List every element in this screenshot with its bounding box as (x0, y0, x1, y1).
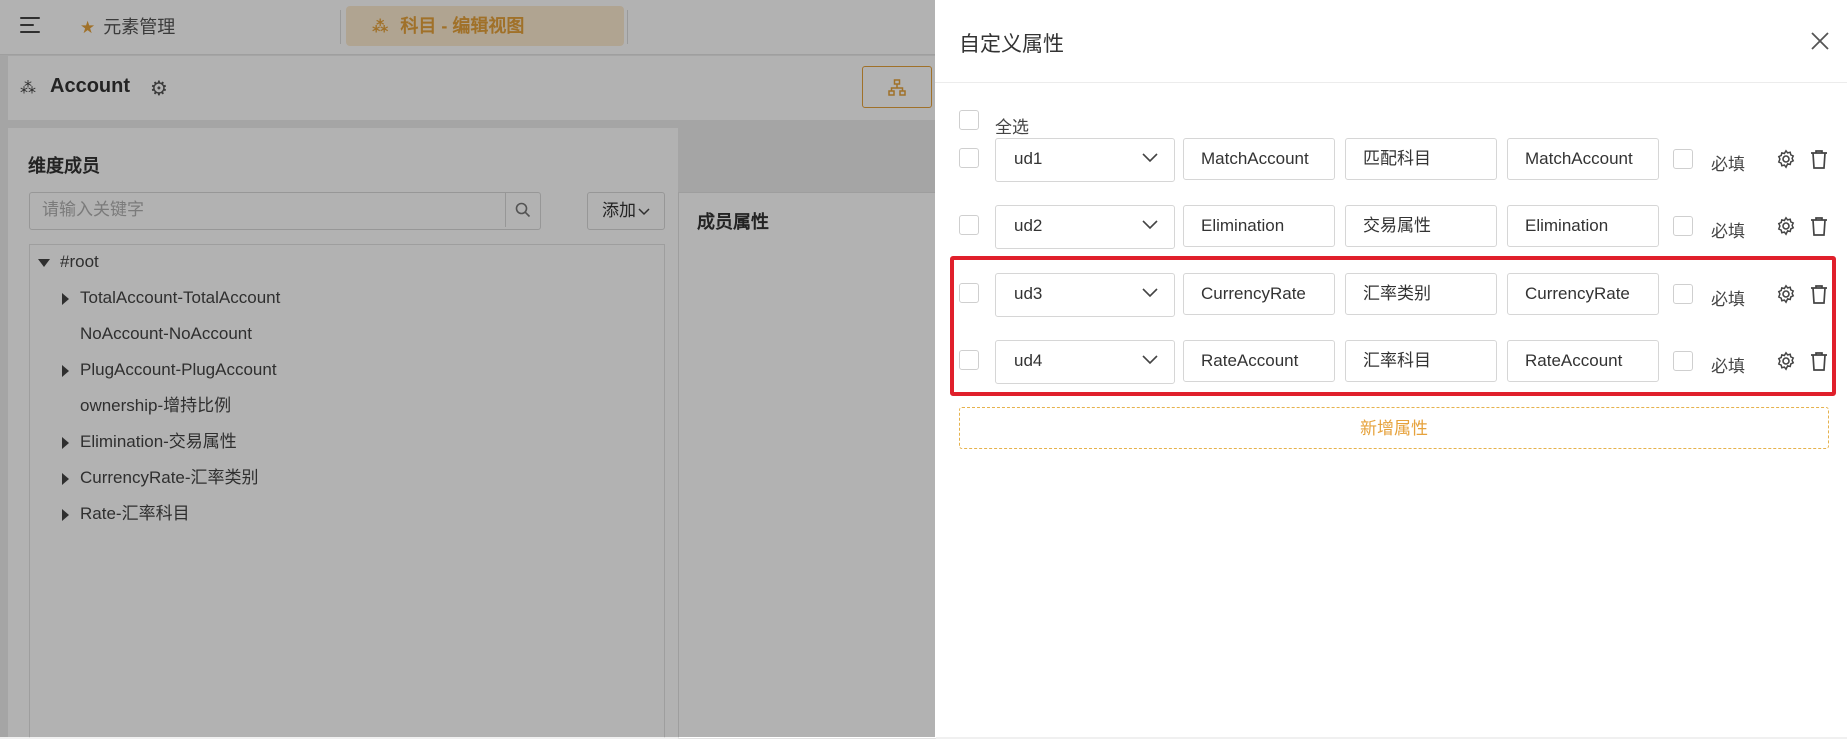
add-attribute-button[interactable]: 新增属性 (959, 407, 1829, 449)
row-checkbox[interactable] (959, 215, 979, 235)
trash-icon[interactable] (1810, 149, 1828, 169)
select-all-label: 全选 (995, 118, 1029, 137)
attribute-row: ud1 MatchAccount 匹配科目 MatchAccount 必填 (959, 138, 1839, 182)
highlight-box (950, 256, 1836, 396)
attribute-code-input[interactable]: MatchAccount (1507, 138, 1659, 180)
required-label: 必填 (1711, 155, 1745, 174)
attribute-desc-input[interactable]: 匹配科目 (1345, 138, 1497, 180)
chevron-down-icon (1142, 220, 1158, 230)
drawer-title: 自定义属性 (959, 33, 1064, 56)
type-select[interactable]: ud1 (995, 138, 1175, 182)
attribute-name-input[interactable]: Elimination (1183, 205, 1335, 247)
required-checkbox[interactable] (1673, 216, 1693, 236)
gear-icon[interactable] (1776, 149, 1796, 169)
attribute-desc-input[interactable]: 交易属性 (1345, 205, 1497, 247)
modal-mask[interactable] (0, 0, 935, 737)
required-label: 必填 (1711, 222, 1745, 241)
attribute-name-input[interactable]: MatchAccount (1183, 138, 1335, 180)
attribute-row: ud2 Elimination 交易属性 Elimination 必填 (959, 205, 1839, 249)
required-checkbox[interactable] (1673, 149, 1693, 169)
trash-icon[interactable] (1810, 216, 1828, 236)
close-icon[interactable] (1809, 30, 1831, 52)
drawer-header: 自定义属性 (935, 0, 1847, 83)
gear-icon[interactable] (1776, 216, 1796, 236)
select-all-checkbox[interactable] (959, 110, 979, 130)
chevron-down-icon (1142, 153, 1158, 163)
row-checkbox[interactable] (959, 148, 979, 168)
type-select[interactable]: ud2 (995, 205, 1175, 249)
attribute-code-input[interactable]: Elimination (1507, 205, 1659, 247)
